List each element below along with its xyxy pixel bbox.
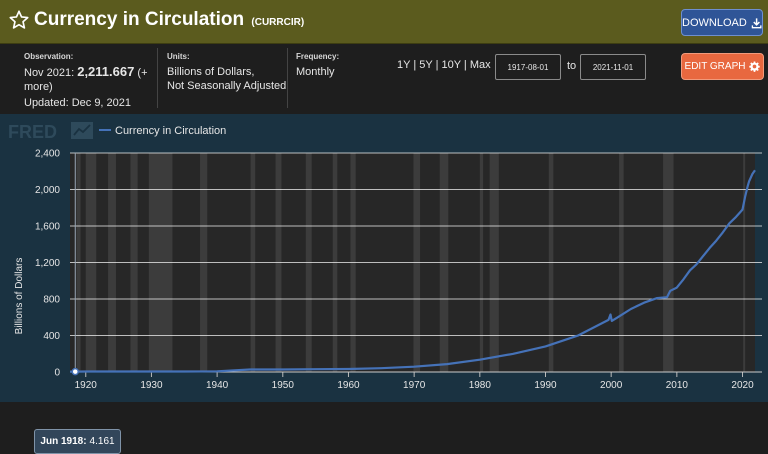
- series-title: Currency in Circulation: [34, 9, 245, 30]
- x-tick-label: 2000: [600, 380, 623, 391]
- gear-icon: [749, 61, 761, 72]
- edit-graph-button[interactable]: EDIT GRAPH: [681, 53, 764, 80]
- units-line2: Not Seasonally Adjusted: [167, 80, 287, 92]
- title-bar: Currency in Circulation (CURRCIR) DOWNLO…: [0, 0, 768, 44]
- units-line1: Billions of Dollars,: [167, 66, 255, 78]
- edit-graph-label: EDIT GRAPH: [684, 61, 746, 72]
- series-meta: Observation: Nov 2021: 2,211.667 (+ more…: [0, 44, 768, 114]
- chart-panel: FRED Currency in Circulation Billions of…: [0, 114, 768, 454]
- end-date-input[interactable]: [580, 54, 646, 80]
- tooltip-date: Jun 1918:: [40, 436, 87, 447]
- y-tick-label: 1,200: [35, 258, 60, 269]
- series-id: (CURRCIR): [251, 17, 305, 28]
- observation-date: Nov 2021:: [24, 67, 75, 79]
- y-axis-label: Billions of Dollars: [14, 258, 25, 335]
- units-label: Units:: [167, 52, 190, 61]
- units-block: Units: Billions of Dollars, Not Seasonal…: [167, 52, 287, 93]
- y-tick-label: 2,000: [35, 185, 60, 196]
- fred-logo-text: FRED: [8, 122, 57, 142]
- observation-block: Observation: Nov 2021: 2,211.667 (+ more…: [24, 52, 154, 110]
- download-label: DOWNLOAD: [682, 16, 747, 29]
- x-tick-label: 1930: [140, 380, 163, 391]
- y-tick-label: 1,600: [35, 222, 60, 233]
- y-tick-label: 400: [43, 331, 60, 342]
- x-tick-label: 1960: [337, 380, 360, 391]
- divider: [157, 48, 158, 108]
- updated-date: Updated: Dec 9, 2021: [24, 97, 132, 109]
- x-tick-label: 1920: [75, 380, 98, 391]
- frequency-block: Frequency: Monthly: [296, 52, 376, 79]
- chart[interactable]: FRED Currency in Circulation Billions of…: [0, 114, 768, 402]
- x-tick-label: 1940: [206, 380, 229, 391]
- x-tick-label: 1970: [403, 380, 426, 391]
- y-tick-label: 0: [54, 368, 60, 379]
- range-link-10y[interactable]: 10Y: [442, 59, 461, 71]
- download-button[interactable]: DOWNLOAD: [681, 9, 763, 36]
- legend-label: Currency in Circulation: [115, 125, 226, 137]
- start-date-input[interactable]: [495, 54, 561, 80]
- star-icon[interactable]: [8, 9, 30, 31]
- x-tick-label: 2020: [731, 380, 754, 391]
- x-tick-label: 2010: [666, 380, 689, 391]
- x-tick-label: 1950: [272, 380, 295, 391]
- to-label: to: [567, 60, 577, 72]
- date-range-links: 1Y | 5Y | 10Y | Max: [397, 59, 491, 71]
- download-icon: [751, 17, 762, 28]
- y-tick-label: 2,400: [35, 149, 60, 160]
- hover-point: [71, 367, 80, 376]
- tooltip-value: 4.161: [89, 436, 115, 447]
- frequency-value: Monthly: [296, 66, 335, 78]
- x-tick-label: 1980: [469, 380, 492, 391]
- frequency-label: Frequency:: [296, 52, 340, 61]
- range-link-5y[interactable]: 5Y: [419, 59, 432, 71]
- observation-value: 2,211.667: [77, 64, 135, 79]
- chart-tooltip: Jun 1918: 4.161: [34, 429, 121, 454]
- observation-label: Observation:: [24, 52, 74, 61]
- range-link-max[interactable]: Max: [470, 59, 491, 71]
- fred-logo-icon: [71, 122, 93, 139]
- divider: [287, 48, 288, 108]
- x-tick-label: 1990: [534, 380, 557, 391]
- y-tick-label: 800: [43, 295, 60, 306]
- range-link-1y[interactable]: 1Y: [397, 59, 410, 71]
- page-title: Currency in Circulation (CURRCIR): [34, 9, 304, 31]
